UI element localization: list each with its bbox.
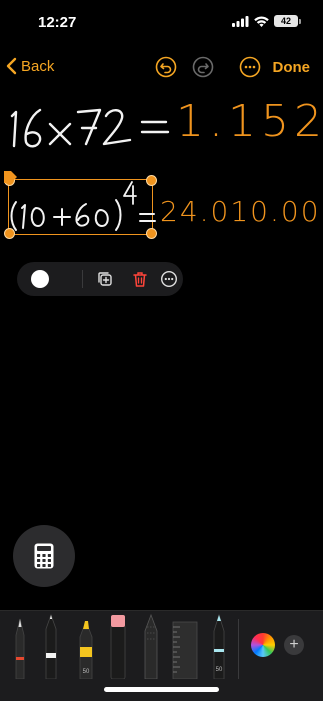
toolbar-divider [82, 270, 83, 288]
status-time: 12:27 [38, 14, 77, 31]
battery-nub [299, 18, 301, 24]
pencil-tool[interactable]: 50 [210, 613, 228, 679]
wifi-icon [254, 16, 269, 27]
eraser-tool[interactable] [108, 613, 128, 679]
equation-1-result: 1.152 [176, 96, 323, 147]
status-icons: 42 [232, 15, 301, 27]
battery-level: 42 [280, 16, 291, 26]
color-swatch-button[interactable] [31, 270, 49, 288]
more-options-icon[interactable] [239, 56, 261, 78]
equation-2-result: 24.010.00 [160, 195, 321, 228]
marker-width-label: 50 [83, 669, 90, 675]
marker-tool[interactable]: 50 [76, 617, 96, 679]
status-bar: 12:27 42 [0, 0, 323, 44]
more-icon[interactable] [160, 270, 178, 288]
home-indicator [104, 687, 219, 692]
color-wheel-icon[interactable] [251, 633, 275, 657]
undo-icon[interactable] [155, 56, 177, 78]
battery-icon: 42 [274, 15, 298, 27]
redo-icon[interactable] [192, 56, 214, 78]
add-tool-button[interactable]: + [284, 635, 304, 655]
calculator-icon [34, 543, 54, 569]
trash-icon[interactable] [131, 270, 149, 288]
back-label: Back [21, 57, 55, 75]
nav-bar: Back Done [0, 52, 323, 82]
pencil-width-label: 50 [216, 667, 223, 673]
lasso-tool[interactable] [141, 613, 161, 679]
back-button[interactable]: Back [6, 57, 54, 75]
calculator-button[interactable] [13, 525, 75, 587]
duplicate-icon[interactable] [96, 270, 114, 288]
handwritten-equation-1 [10, 108, 170, 148]
handwritten-equation-2 [10, 181, 156, 231]
chevron-left-icon [6, 57, 17, 75]
fineliner-tool[interactable] [42, 613, 60, 679]
ruler-tool[interactable] [172, 621, 198, 679]
signal-icon [232, 15, 249, 27]
done-button[interactable]: Done [273, 59, 311, 76]
tray-divider [238, 619, 239, 679]
pen-tool[interactable] [12, 617, 28, 679]
selection-toolbar [17, 262, 183, 296]
